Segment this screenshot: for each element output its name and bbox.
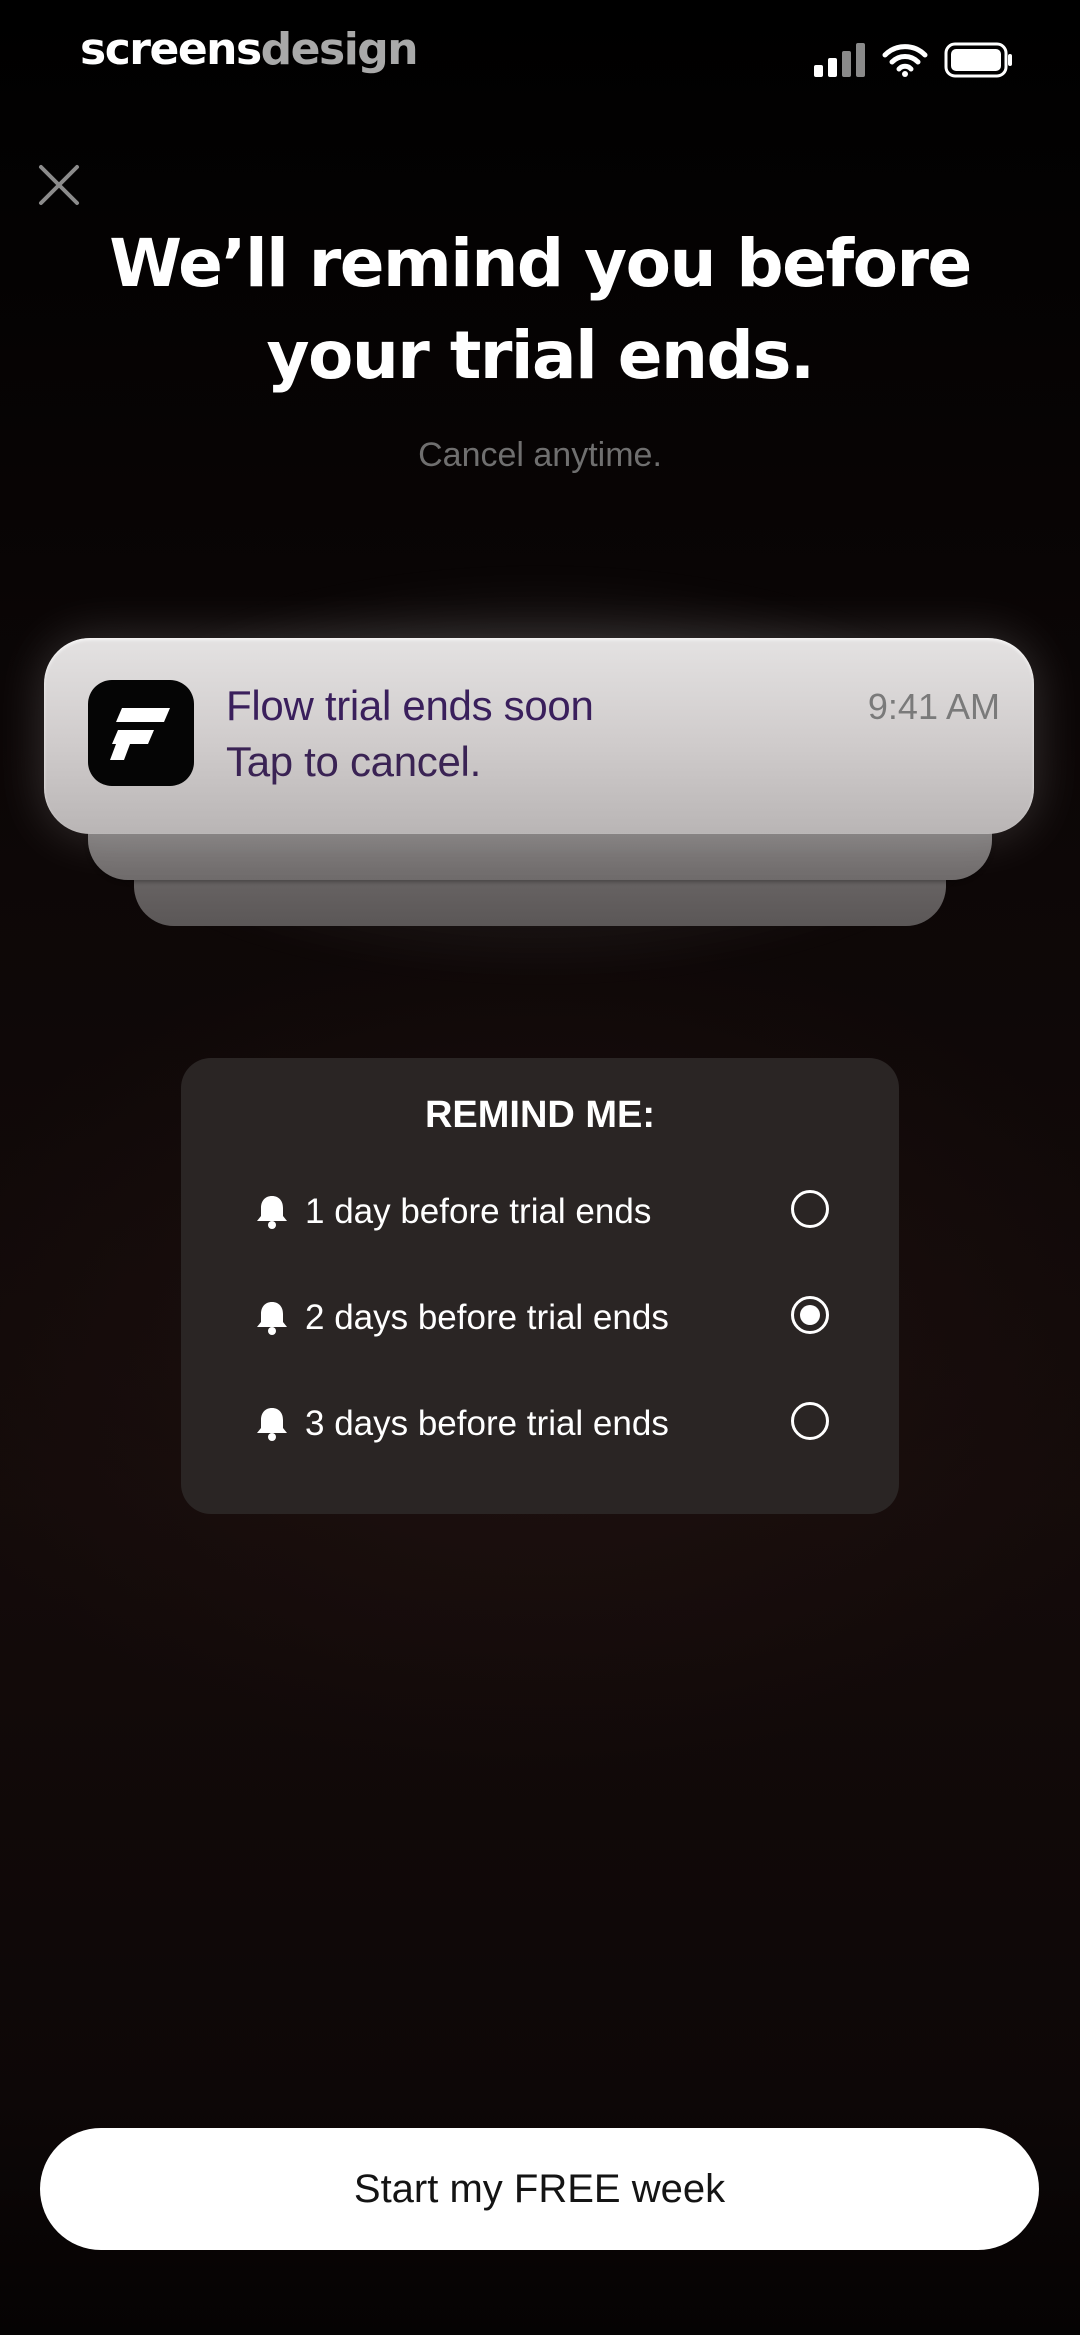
flow-app-icon	[88, 680, 194, 786]
reminder-option-radio[interactable]	[791, 1402, 829, 1440]
start-free-week-button[interactable]: Start my FREE week	[40, 2128, 1039, 2250]
wifi-icon	[882, 44, 928, 77]
reminder-option-radio[interactable]	[791, 1190, 829, 1228]
notification-title: Flow trial ends soon	[226, 682, 594, 729]
reminder-option-label: 1 day before trial ends	[305, 1192, 652, 1231]
reminder-option-radio-selected[interactable]	[791, 1296, 829, 1334]
close-button[interactable]	[36, 162, 82, 208]
status-bar-icons	[814, 40, 1014, 80]
page-title-line-2: your trial ends.	[266, 317, 815, 394]
cellular-signal-icon	[814, 43, 865, 77]
bell-icon	[257, 1302, 287, 1335]
reminder-panel-title: REMIND ME:	[424, 1094, 656, 1136]
reminder-option-label: 2 days before trial ends	[305, 1298, 669, 1337]
paywall-screen: screensdesign We’ll remind you before yo…	[0, 0, 1080, 2335]
reminder-option-1-day[interactable]: 1 day before trial ends	[255, 1182, 835, 1242]
bell-icon	[257, 1408, 287, 1441]
reminder-option-label: 3 days before trial ends	[305, 1404, 669, 1443]
battery-icon	[944, 42, 1012, 78]
page-title: We’ll remind you before your trial ends.	[90, 218, 990, 402]
reminder-options-panel: REMIND ME: 1 day before trial ends 2 day…	[181, 1058, 899, 1514]
brand-logo-part-screens: screens	[80, 24, 262, 75]
cancel-anytime-subtitle: Cancel anytime.	[418, 436, 662, 474]
close-icon	[39, 165, 79, 205]
notification-card: Flow trial ends soon Tap to cancel. 9:41…	[44, 638, 1034, 834]
reminder-option-2-days[interactable]: 2 days before trial ends	[255, 1288, 835, 1348]
brand-logo-part-design: design	[260, 24, 419, 75]
reminder-option-3-days[interactable]: 3 days before trial ends	[255, 1394, 835, 1454]
brand-logo: screensdesign	[80, 20, 419, 80]
notification-time: 9:41 AM	[867, 686, 1000, 727]
page-title-line-1: We’ll remind you before	[109, 225, 972, 302]
bell-icon	[257, 1196, 287, 1229]
notification-body: Tap to cancel.	[226, 738, 481, 785]
